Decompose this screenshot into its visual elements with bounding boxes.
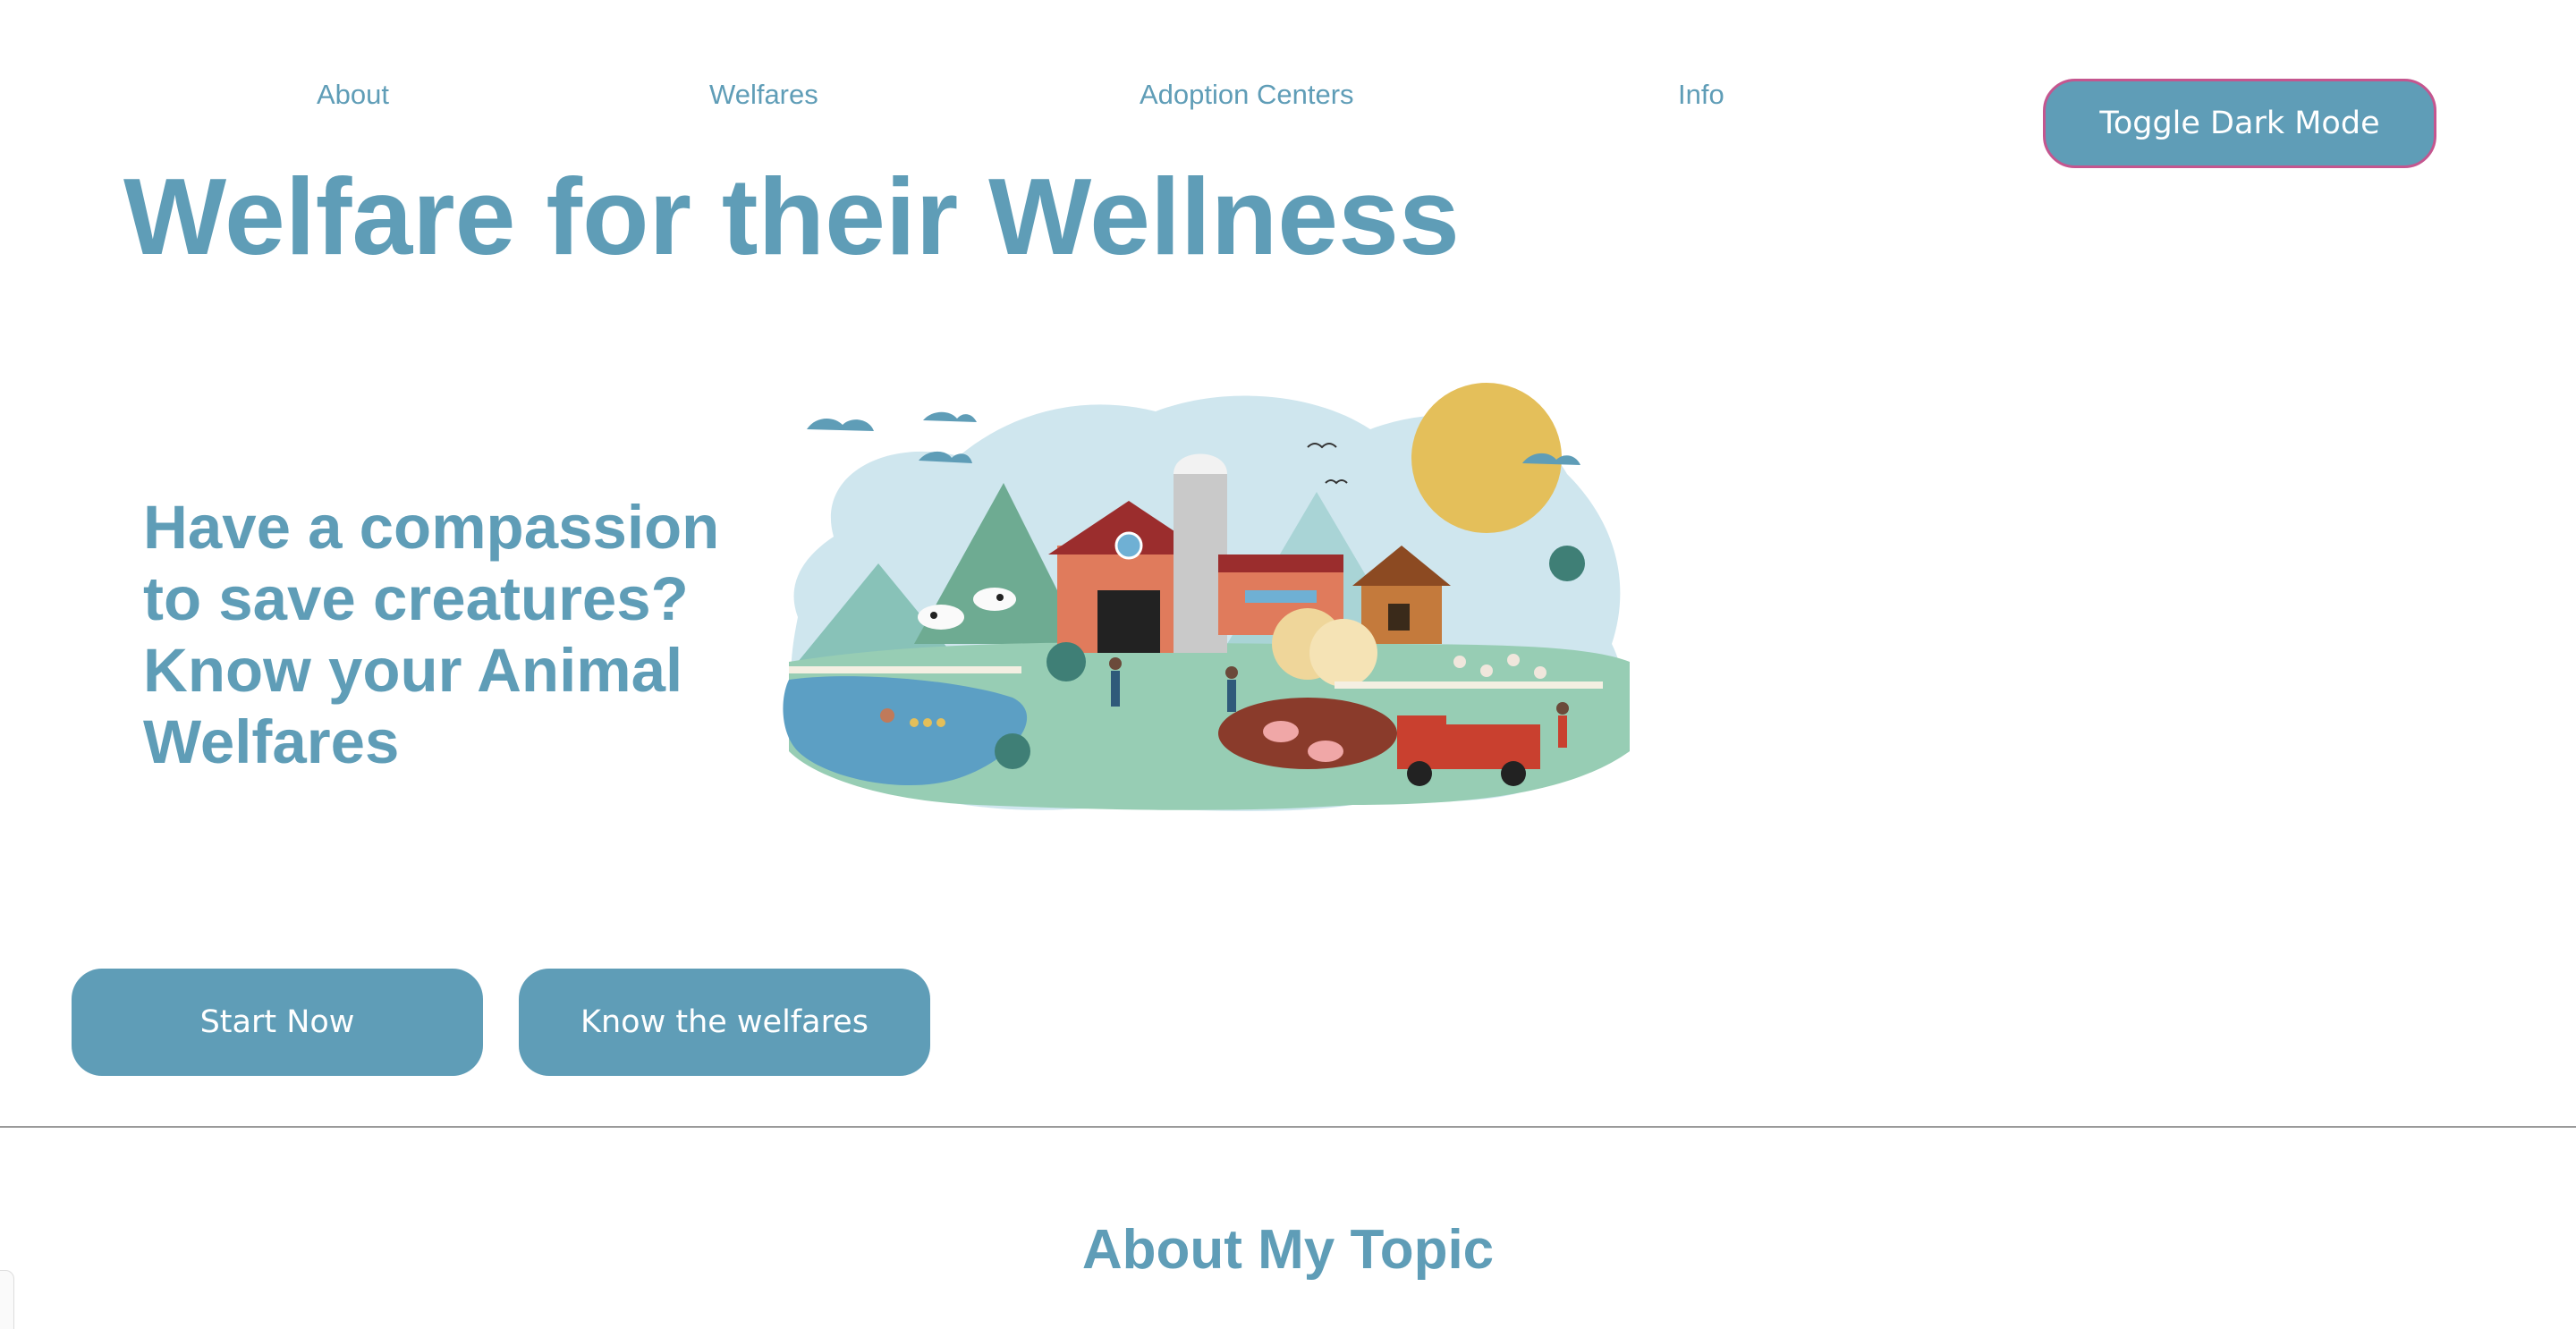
illustration-cloud [807, 419, 874, 431]
know-the-welfares-button[interactable]: Know the welfares [519, 969, 930, 1076]
farm-illustration [783, 383, 1630, 811]
start-now-button[interactable]: Start Now [72, 969, 483, 1076]
illustration-mud [1218, 698, 1397, 769]
illustration-barn-door [1097, 590, 1160, 653]
illustration-fence [789, 666, 1021, 673]
illustration-duck [880, 708, 894, 723]
nav-link-adoption-centers[interactable]: Adoption Centers [1140, 79, 1354, 111]
nav-link-about[interactable]: About [317, 79, 389, 111]
section-divider [0, 1126, 2576, 1128]
illustration-cow [918, 605, 964, 630]
illustration-tree [1046, 642, 1086, 681]
page: About Welfares Adoption Centers Info Tog… [0, 0, 2576, 1329]
edge-tab[interactable] [0, 1270, 14, 1329]
toggle-dark-mode-button[interactable]: Toggle Dark Mode [2043, 79, 2436, 168]
about-section-title: About My Topic [1081, 1219, 1495, 1281]
illustration-barn-window [1114, 531, 1143, 560]
nav-link-info[interactable]: Info [1678, 79, 1724, 111]
page-title: Welfare for their Wellness [123, 156, 1460, 277]
illustration-person [1111, 671, 1120, 707]
illustration-pig [1263, 721, 1299, 742]
nav-link-welfares[interactable]: Welfares [709, 79, 818, 111]
hero-tagline: Have a compassion to save creatures? Kno… [143, 493, 720, 776]
illustration-chicken [1453, 656, 1466, 668]
